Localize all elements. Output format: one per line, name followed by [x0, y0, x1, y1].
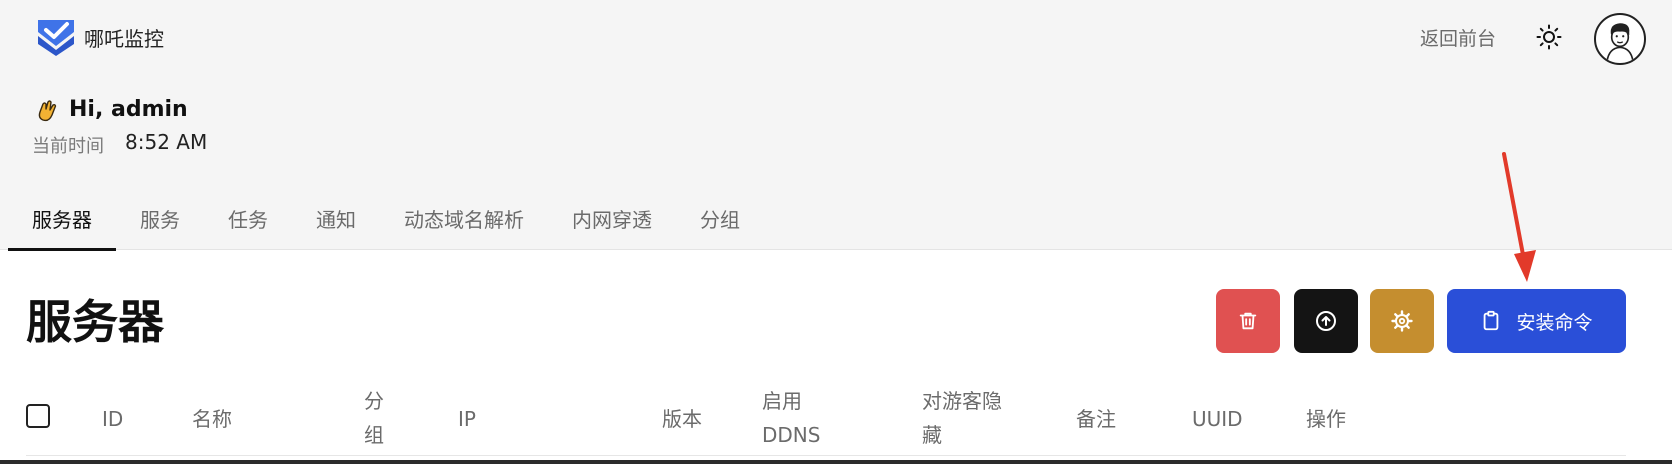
bottom-border [0, 460, 1672, 464]
column-header-actions[interactable]: 操作 [1306, 402, 1346, 436]
current-time-label: 当前时间 [32, 136, 104, 157]
clipboard-icon [1484, 310, 1499, 331]
tab-nat[interactable]: 内网穿透 [548, 196, 676, 250]
gear-icon [1391, 310, 1413, 332]
current-time-value: 8:52 AM [125, 130, 208, 154]
column-header-hide-for-guest[interactable]: 对游客隐 藏 [922, 384, 1002, 452]
page-title: 服务器 [26, 295, 164, 349]
column-header-name[interactable]: 名称 [192, 402, 232, 436]
tab-ddns[interactable]: 动态域名解析 [380, 196, 548, 250]
settings-button[interactable] [1370, 289, 1434, 353]
nav-tabs: 服务器 服务 任务 通知 动态域名解析 内网穿透 分组 [8, 196, 764, 251]
install-command-label: 安装命令 [1516, 312, 1593, 334]
column-header-id[interactable]: ID [102, 402, 123, 436]
table-header: ID 名称 分 组 IP 版本 启用 DDNS 对游客隐 藏 备注 UUID 操… [26, 384, 1626, 456]
column-header-ip[interactable]: IP [458, 402, 476, 436]
column-header-note[interactable]: 备注 [1076, 402, 1116, 436]
column-header-ddns[interactable]: 启用 DDNS [762, 384, 820, 452]
avatar[interactable] [1594, 13, 1646, 65]
tab-groups[interactable]: 分组 [676, 196, 764, 250]
greeting-text: Hi, admin [69, 97, 188, 122]
logo-icon [38, 20, 74, 56]
sun-icon[interactable] [1536, 24, 1562, 50]
waving-hand-icon [38, 100, 57, 122]
delete-button[interactable] [1216, 289, 1280, 353]
column-header-version[interactable]: 版本 [662, 402, 702, 436]
circle-arrow-up-icon [1316, 311, 1336, 331]
app-title: 哪吒监控 [84, 27, 164, 51]
back-to-frontend-link[interactable]: 返回前台 [1420, 24, 1496, 51]
install-command-button[interactable]: 安装命令 [1447, 289, 1626, 353]
trash-icon [1239, 312, 1257, 330]
upload-button[interactable] [1294, 289, 1358, 353]
header-area: 哪吒监控 返回前台 Hi, admin 当前时间 8:52 AM 服务器 服务 … [0, 0, 1672, 251]
tab-notifications[interactable]: 通知 [292, 196, 380, 250]
avatar-illustration [1606, 23, 1634, 62]
tab-servers[interactable]: 服务器 [8, 196, 116, 251]
tab-services[interactable]: 服务 [116, 196, 204, 250]
tab-tasks[interactable]: 任务 [204, 196, 292, 250]
column-header-uuid[interactable]: UUID [1192, 402, 1243, 436]
column-header-group[interactable]: 分 组 [364, 384, 384, 452]
